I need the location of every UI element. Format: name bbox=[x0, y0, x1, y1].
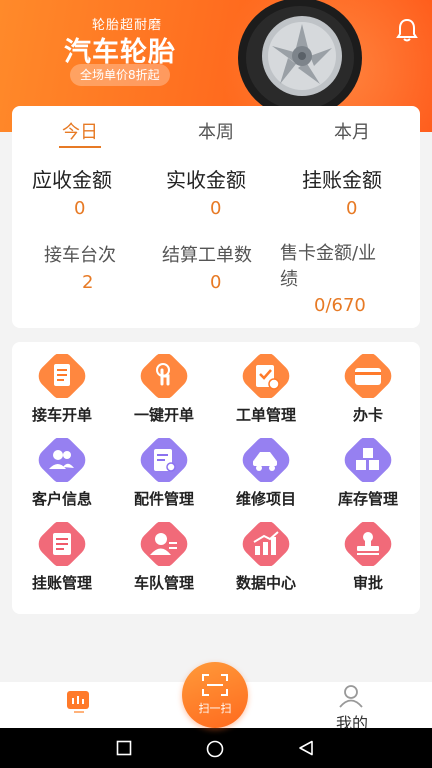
menu-item-label: 办卡 bbox=[352, 406, 383, 424]
menu-item-label: 挂账管理 bbox=[31, 574, 92, 592]
menu-item-fleet[interactable]: 车队管理 bbox=[116, 522, 212, 593]
scan-label: 扫一扫 bbox=[198, 702, 232, 715]
menu-item-label: 配件管理 bbox=[133, 490, 194, 508]
customers-icon bbox=[38, 438, 86, 482]
menu-item-label: 一键开单 bbox=[133, 406, 194, 424]
bar-chart-icon bbox=[242, 522, 290, 566]
menu-item-repair-items[interactable]: 维修项目 bbox=[218, 438, 314, 509]
parts-doc-icon bbox=[140, 438, 188, 482]
tire-image bbox=[238, 0, 362, 118]
recents-icon[interactable] bbox=[116, 740, 132, 756]
document-icon bbox=[38, 354, 86, 398]
home-icon[interactable] bbox=[206, 740, 224, 758]
settled-orders-value: 0 bbox=[210, 272, 222, 293]
menu-item-label: 审批 bbox=[352, 574, 383, 592]
menu-item-credit[interactable]: 挂账管理 bbox=[14, 522, 110, 593]
menu-item-data-center[interactable]: 数据中心 bbox=[218, 522, 314, 593]
menu-item-reception[interactable]: 接车开单 bbox=[14, 354, 110, 425]
credit-label: 挂账金额 bbox=[302, 168, 382, 192]
back-icon[interactable] bbox=[298, 740, 314, 756]
banner-promo-pill: 全场单价8折起 bbox=[70, 64, 170, 86]
clipboard-check-icon bbox=[242, 354, 290, 398]
card-icon bbox=[344, 354, 392, 398]
menu-item-parts[interactable]: 配件管理 bbox=[116, 438, 212, 509]
menu-item-label: 车队管理 bbox=[133, 574, 194, 592]
system-navigation-bar bbox=[0, 728, 432, 768]
menu-item-card[interactable]: 办卡 bbox=[320, 354, 416, 425]
menu-item-label: 工单管理 bbox=[235, 406, 296, 424]
tab-today[interactable]: 今日 bbox=[30, 118, 130, 144]
vehicle-count-value: 2 bbox=[82, 272, 94, 293]
tap-icon bbox=[140, 354, 188, 398]
settled-orders-label: 结算工单数 bbox=[162, 245, 252, 266]
menu-item-label: 维修项目 bbox=[235, 490, 296, 508]
receivable-value: 0 bbox=[74, 198, 86, 219]
person-icon[interactable] bbox=[338, 684, 364, 708]
menu-item-customers[interactable]: 客户信息 bbox=[14, 438, 110, 509]
boxes-icon bbox=[344, 438, 392, 482]
received-value: 0 bbox=[210, 198, 222, 219]
vehicle-count-label: 接车台次 bbox=[44, 245, 116, 266]
menu-item-label: 接车开单 bbox=[31, 406, 92, 424]
menu-item-approval[interactable]: 审批 bbox=[320, 522, 416, 593]
tab-week[interactable]: 本周 bbox=[166, 118, 266, 144]
received-label: 实收金额 bbox=[166, 168, 246, 192]
car-lift-icon bbox=[242, 438, 290, 482]
function-grid: 接车开单 一键开单 工单管理 办卡 客户信息 配件管理 维修项目 库存管理 挂账… bbox=[12, 342, 420, 614]
scan-icon bbox=[202, 674, 228, 696]
notes-icon bbox=[38, 522, 86, 566]
tab-month[interactable]: 本月 bbox=[302, 118, 402, 144]
menu-item-work-orders[interactable]: 工单管理 bbox=[218, 354, 314, 425]
dashboard-icon[interactable] bbox=[64, 688, 94, 714]
menu-item-inventory[interactable]: 库存管理 bbox=[320, 438, 416, 509]
menu-item-label: 客户信息 bbox=[31, 490, 92, 508]
menu-item-label: 库存管理 bbox=[337, 490, 398, 508]
menu-item-label: 数据中心 bbox=[235, 574, 296, 592]
stamp-icon bbox=[344, 522, 392, 566]
team-icon bbox=[140, 522, 188, 566]
bell-icon[interactable] bbox=[396, 18, 418, 42]
receivable-label: 应收金额 bbox=[32, 168, 112, 192]
credit-value: 0 bbox=[346, 198, 358, 219]
card-sales-label: 售卡金额/业 绩 bbox=[280, 243, 377, 290]
card-sales-value: 0/670 bbox=[314, 295, 366, 316]
scan-button[interactable]: 扫一扫 bbox=[182, 662, 248, 728]
menu-item-quick-order[interactable]: 一键开单 bbox=[116, 354, 212, 425]
stats-card: 今日 本周 本月 应收金额 0 实收金额 0 挂账金额 0 接车台次 2 结算工… bbox=[12, 106, 420, 328]
active-tab-indicator bbox=[59, 146, 101, 148]
